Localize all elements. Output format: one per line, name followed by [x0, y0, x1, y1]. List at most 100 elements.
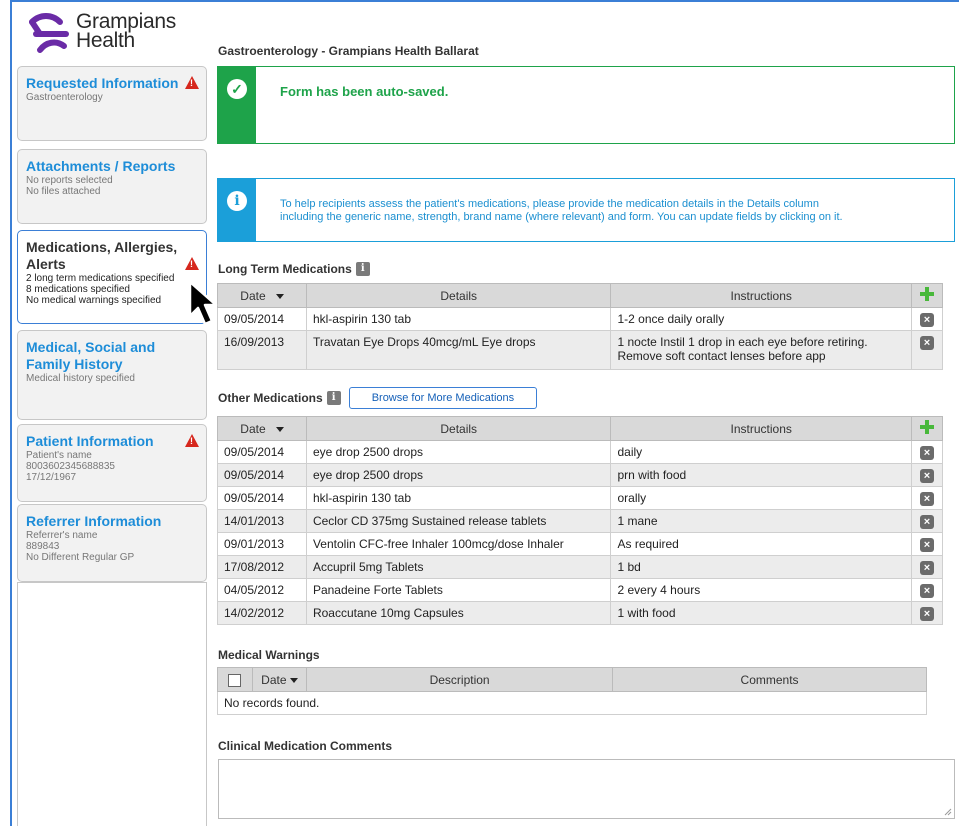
cell-details[interactable]: hkl-aspirin 130 tab	[305, 307, 612, 331]
cell-instructions[interactable]: 1-2 once daily orally	[610, 307, 912, 331]
sidebar-filler	[17, 582, 207, 826]
table-row[interactable]: 04/05/2012 Panadeine Forte Tablets 2 eve…	[217, 578, 944, 602]
table-row[interactable]: 09/05/2014 eye drop 2500 drops daily ×	[217, 440, 944, 464]
warning-icon	[185, 76, 199, 89]
cell-date[interactable]: 17/08/2012	[217, 555, 307, 579]
add-medication-button[interactable]	[910, 283, 944, 308]
cell-date[interactable]: 09/05/2014	[217, 463, 307, 487]
delete-row-button[interactable]: ×	[910, 509, 944, 533]
sidebar-item-requested-information[interactable]: Requested Information Gastroenterology	[17, 66, 207, 141]
cell-details[interactable]: Panadeine Forte Tablets	[305, 578, 612, 602]
grampians-logo: Grampians Health	[26, 11, 176, 56]
cell-date[interactable]: 16/09/2013	[217, 330, 307, 370]
column-header-date-label: Date	[240, 421, 266, 436]
delete-icon: ×	[919, 560, 934, 575]
delete-icon: ×	[919, 606, 934, 621]
sidebar-item-sub: 8 medications specified	[26, 284, 130, 295]
cell-instructions[interactable]: orally	[610, 486, 912, 510]
checkmark-icon: ✓	[227, 79, 247, 99]
sidebar-item-medications[interactable]: Medications, Allergies, Alerts 2 long te…	[17, 230, 207, 324]
sidebar-item-attachments[interactable]: Attachments / Reports No reports selecte…	[17, 149, 207, 224]
browse-medications-button[interactable]: Browse for More Medications	[348, 387, 538, 409]
cell-date[interactable]: 09/05/2014	[217, 307, 307, 331]
column-header-date[interactable]: Date	[217, 283, 307, 308]
cell-details[interactable]: eye drop 2500 drops	[305, 440, 612, 464]
info-banner-icon-strip: i	[218, 179, 256, 241]
cell-instructions[interactable]: daily	[610, 440, 912, 464]
delete-row-button[interactable]: ×	[910, 555, 944, 579]
sidebar-item-title: Attachments / Reports	[26, 158, 176, 174]
cell-instructions[interactable]: 1 mane	[610, 509, 912, 533]
sidebar-item-medical-history[interactable]: Medical, Social and Family History Medic…	[17, 330, 207, 420]
cell-details[interactable]: Ventolin CFC-free Inhaler 100mcg/dose In…	[305, 532, 612, 556]
long-term-medications-table: Date Details Instructions 09/05/2014 hkl…	[217, 283, 944, 370]
info-icon: i	[227, 191, 247, 211]
other-medications-table: Date Details Instructions 09/05/2014 eye…	[217, 416, 944, 625]
table-row[interactable]: 09/05/2014 hkl-aspirin 130 tab orally ×	[217, 486, 944, 510]
cell-date[interactable]: 09/01/2013	[217, 532, 307, 556]
delete-row-button[interactable]: ×	[910, 463, 944, 487]
info-icon[interactable]: i	[355, 262, 370, 276]
delete-icon: ×	[919, 445, 934, 460]
column-header-comments: Comments	[612, 667, 927, 692]
cell-date[interactable]: 09/05/2014	[217, 440, 307, 464]
delete-row-button[interactable]: ×	[910, 486, 944, 510]
table-row[interactable]: 14/01/2013 Ceclor CD 375mg Sustained rel…	[217, 509, 944, 533]
plus-icon	[919, 287, 934, 301]
delete-icon: ×	[919, 491, 934, 506]
long-term-medications-title: Long Term Medications	[218, 262, 352, 276]
column-header-date[interactable]: Date	[217, 416, 307, 441]
delete-icon: ×	[919, 583, 934, 598]
sidebar-item-title: Medical, Social and Family History	[26, 339, 156, 372]
cell-details[interactable]: Roaccutane 10mg Capsules	[305, 601, 612, 625]
table-row[interactable]: 09/05/2014 hkl-aspirin 130 tab 1-2 once …	[217, 307, 944, 331]
cell-details[interactable]: Ceclor CD 375mg Sustained release tablet…	[305, 509, 612, 533]
cell-date[interactable]: 14/02/2012	[217, 601, 307, 625]
cell-details[interactable]: eye drop 2500 drops	[305, 463, 612, 487]
delete-row-button[interactable]: ×	[910, 330, 944, 370]
cell-instructions[interactable]: As required	[610, 532, 912, 556]
cell-instructions[interactable]: 2 every 4 hours	[610, 578, 912, 602]
sidebar-item-sub: 8003602345688835	[26, 461, 115, 472]
cell-instructions[interactable]: prn with food	[610, 463, 912, 487]
sidebar-item-sub: 889843	[26, 541, 60, 552]
delete-row-button[interactable]: ×	[910, 440, 944, 464]
column-header-details: Details	[305, 416, 612, 441]
cell-date[interactable]: 04/05/2012	[217, 578, 307, 602]
column-header-date[interactable]: Date	[252, 667, 308, 692]
cell-date[interactable]: 09/05/2014	[217, 486, 307, 510]
resize-handle-icon[interactable]	[944, 808, 952, 816]
sidebar-item-referrer-information[interactable]: Referrer Information Referrer's name 889…	[17, 504, 207, 582]
cell-details[interactable]: Travatan Eye Drops 40mcg/mL Eye drops	[305, 330, 612, 370]
add-medication-button[interactable]	[910, 416, 944, 441]
select-all-cell[interactable]	[217, 667, 253, 692]
clinical-comments-textarea[interactable]	[218, 759, 955, 819]
table-row[interactable]: 09/05/2014 eye drop 2500 drops prn with …	[217, 463, 944, 487]
cell-instructions[interactable]: 1 bd	[610, 555, 912, 579]
sidebar-item-patient-information[interactable]: Patient Information Patient's name 80036…	[17, 424, 207, 502]
cell-instructions[interactable]: 1 nocte Instil 1 drop in each eye before…	[610, 330, 912, 370]
select-all-checkbox[interactable]	[228, 673, 242, 687]
cell-details[interactable]: hkl-aspirin 130 tab	[305, 486, 612, 510]
cell-date[interactable]: 14/01/2013	[217, 509, 307, 533]
brand-line2: Health	[76, 29, 135, 52]
table-row[interactable]: 14/02/2012 Roaccutane 10mg Capsules 1 wi…	[217, 601, 944, 625]
sort-caret-icon	[275, 426, 284, 432]
empty-message: No records found.	[217, 691, 927, 715]
table-row[interactable]: 17/08/2012 Accupril 5mg Tablets 1 bd ×	[217, 555, 944, 579]
delete-row-button[interactable]: ×	[910, 601, 944, 625]
sidebar-item-sub: No files attached	[26, 186, 101, 197]
table-row[interactable]: 16/09/2013 Travatan Eye Drops 40mcg/mL E…	[217, 330, 944, 370]
column-header-date-label: Date	[240, 288, 266, 303]
delete-row-button[interactable]: ×	[910, 532, 944, 556]
other-medications-label: Other Medications i Browse for More Medi…	[218, 387, 538, 409]
info-text-line2: including the generic name, strength, br…	[280, 211, 843, 223]
cell-instructions[interactable]: 1 with food	[610, 601, 912, 625]
cell-details[interactable]: Accupril 5mg Tablets	[305, 555, 612, 579]
delete-row-button[interactable]: ×	[910, 307, 944, 331]
info-icon[interactable]: i	[326, 391, 341, 405]
table-row[interactable]: 09/01/2013 Ventolin CFC-free Inhaler 100…	[217, 532, 944, 556]
delete-row-button[interactable]: ×	[910, 578, 944, 602]
info-banner: i To help recipients assess the patient'…	[217, 178, 955, 242]
delete-icon: ×	[919, 336, 934, 350]
